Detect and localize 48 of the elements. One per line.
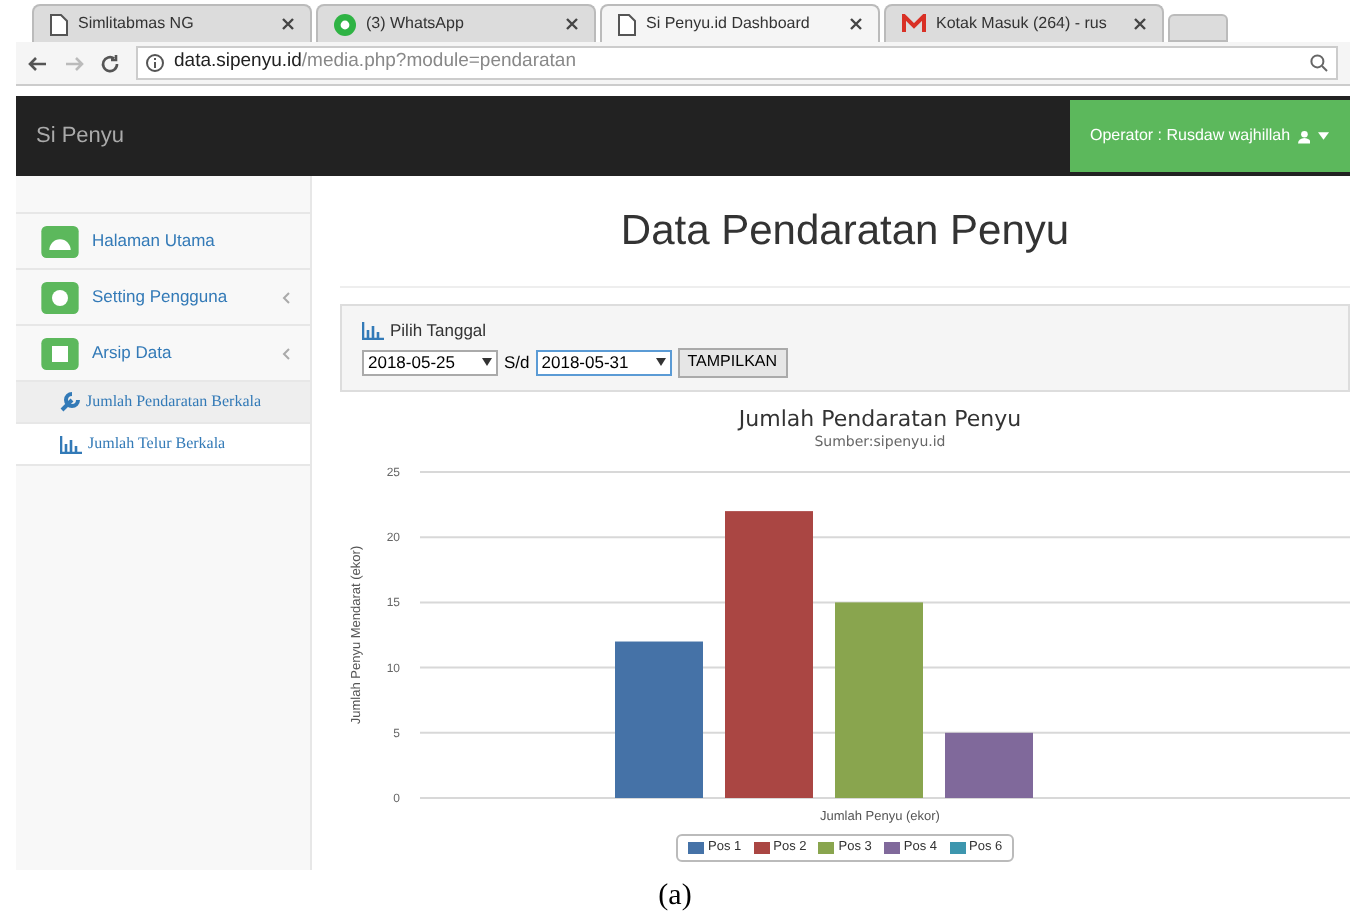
page-icon — [618, 13, 636, 35]
address-field[interactable]: data.sipenyu.id/media.php?module=pendaratan — [136, 46, 1338, 80]
reload-icon[interactable] — [100, 53, 120, 73]
archive-icon — [36, 337, 84, 369]
show-button[interactable]: TAMPILKAN — [677, 347, 788, 378]
sidebar-item[interactable]: Setting Pengguna — [16, 270, 310, 326]
bar — [945, 732, 1033, 798]
page-icon — [50, 13, 68, 35]
operator-text: Operator : Rusdaw wajhillah — [1090, 124, 1291, 148]
close-icon[interactable] — [282, 18, 294, 30]
dashboard-icon — [36, 225, 84, 257]
caret-icon — [1318, 132, 1330, 140]
wrench-icon — [60, 392, 80, 412]
browser-tab[interactable]: Kotak Masuk (264) - rus — [884, 4, 1164, 42]
url-text: data.sipenyu.id/media.php?module=pendaratan — [174, 48, 576, 77]
caret-icon — [655, 358, 666, 367]
zoom-icon[interactable] — [1310, 54, 1328, 72]
chevron-left-icon — [282, 291, 290, 303]
chat-icon — [334, 13, 356, 35]
browser-tab[interactable]: (3) WhatsApp — [316, 4, 596, 42]
back-icon[interactable] — [28, 53, 48, 73]
separator-text: S/d — [504, 349, 530, 376]
close-icon[interactable] — [1134, 18, 1146, 30]
tab-title: Si Penyu.id Dashboard — [646, 12, 812, 36]
figure-caption: (a) — [656, 877, 694, 916]
page-title: Data Pendaratan Penyu — [620, 205, 1070, 258]
brand-text[interactable]: Si Penyu — [36, 119, 125, 153]
bar-chart-icon — [362, 321, 384, 340]
submenu-item[interactable]: Jumlah Pendaratan Berkala — [16, 382, 310, 424]
tab-title: (3) WhatsApp — [366, 12, 466, 36]
browser-tab[interactable]: Si Penyu.id Dashboard — [600, 4, 880, 42]
mail-icon — [902, 14, 926, 34]
user-icon — [1298, 129, 1311, 143]
chevron-left-icon — [282, 347, 290, 359]
caret-icon — [482, 358, 492, 367]
tab-title: Kotak Masuk (264) - rus — [936, 12, 1109, 36]
bar-chart-icon — [60, 435, 82, 453]
close-icon[interactable] — [850, 18, 862, 30]
submenu-item[interactable]: Jumlah Telur Berkala — [16, 424, 310, 466]
chart-title: Jumlah Pendaratan Penyu — [738, 405, 1022, 432]
sidebar-item[interactable]: Halaman Utama — [16, 214, 310, 270]
tab-title: Simlitabmas NG — [78, 12, 196, 36]
filter-label: Pilih Tanggal — [390, 318, 487, 344]
date-from-select[interactable]: 2018-05-25 — [362, 349, 498, 376]
browser-tab[interactable]: Simlitabmas NG — [32, 4, 312, 42]
date-to-select[interactable]: 2018-05-31 — [535, 349, 672, 376]
info-icon — [146, 54, 164, 72]
close-icon[interactable] — [566, 18, 578, 30]
